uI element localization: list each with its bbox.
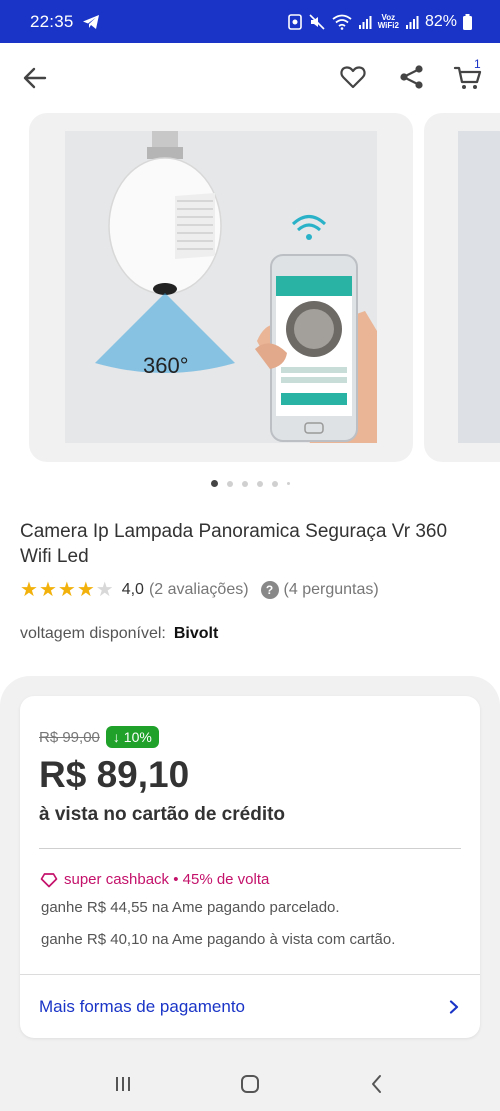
discount-badge: ↓ 10% [105, 726, 159, 748]
system-nav-bar [0, 1056, 500, 1111]
carousel-dot[interactable] [226, 480, 233, 487]
rating-count-link[interactable]: (2 avaliações) [149, 581, 249, 599]
carousel-dots [0, 480, 500, 487]
rating-row[interactable]: ★ ★ ★ ★ ★ 4,0 (2 avaliações) ? (4 perguntas) [20, 580, 379, 600]
old-price: R$ 99,00 [39, 728, 100, 746]
product-title: Camera Ip Lampada Panoramica Seguraça Vr… [20, 521, 448, 567]
voltage-label: voltagem disponível: [20, 625, 166, 642]
price-card: R$ 99,00 ↓ 10% R$ 89,10 à vista no cartã… [20, 696, 480, 1038]
voltage-value: Bivolt [173, 625, 219, 642]
battery-percent: 82% [424, 12, 457, 30]
carousel-dot[interactable] [271, 480, 278, 487]
divider [39, 848, 461, 849]
voltage-info: voltagem disponível: Bivolt [20, 625, 218, 643]
more-payment-options-label: Mais formas de pagamento [39, 996, 245, 1016]
mute-icon [309, 13, 325, 30]
cashback-installments: ganhe R$ 44,55 na Ame pagando parcelado. [41, 899, 340, 916]
back-arrow-icon[interactable] [20, 63, 50, 93]
product-image-illustration: 360° [95, 131, 377, 443]
rating-stars: ★ ★ ★ ★ ★ [20, 580, 114, 600]
wifi-icon [332, 14, 352, 30]
price-section: R$ 99,00 ↓ 10% R$ 89,10 à vista no cartã… [0, 676, 500, 1056]
carousel-dot[interactable] [256, 480, 263, 487]
rating-value: 4,0 [121, 581, 144, 598]
diamond-heart-icon [40, 872, 58, 887]
cart-count-badge: 1 [474, 57, 481, 71]
cashback-row: super cashback • 45% de volta [40, 871, 269, 888]
view-angle-caption: 360° [143, 353, 189, 378]
cashback-cash: ganhe R$ 40,10 na Ame pagando à vista co… [41, 931, 396, 948]
product-image[interactable]: 360° [65, 131, 377, 443]
battery-icon [463, 13, 472, 30]
question-icon: ? [260, 581, 279, 599]
network-label: Voz WiFi2 [377, 12, 399, 30]
old-price-row: R$ 99,00 ↓ 10% [39, 726, 159, 748]
carousel-dot-active[interactable] [210, 480, 218, 487]
status-time: 22:35 [30, 11, 74, 31]
more-payment-options-button[interactable]: Mais formas de pagamento [20, 975, 480, 1038]
current-price: R$ 89,10 [39, 754, 190, 795]
share-icon[interactable] [398, 63, 426, 91]
app-bar: 1 [0, 43, 500, 110]
star-filled-icon: ★ [20, 579, 38, 601]
star-empty-icon: ★ [95, 579, 114, 601]
signal-icon [358, 15, 372, 29]
home-icon[interactable] [239, 1073, 261, 1095]
image-carousel[interactable]: 360° [0, 110, 500, 470]
recent-apps-icon[interactable] [112, 1073, 134, 1095]
star-filled-icon: ★ [57, 579, 76, 601]
carousel-next-slide[interactable] [424, 113, 500, 462]
heart-icon[interactable] [339, 63, 367, 91]
carousel-slide[interactable]: 360° [29, 113, 413, 462]
chevron-right-icon [449, 999, 459, 1014]
sim-icon [287, 13, 302, 30]
cashback-title: super cashback • 45% de volta [64, 871, 270, 888]
star-filled-icon: ★ [76, 579, 95, 601]
price-note: à vista no cartão de crédito [39, 804, 286, 825]
carousel-dot[interactable] [241, 480, 248, 487]
signal-icon-2 [405, 15, 419, 29]
carousel-dot[interactable] [286, 482, 290, 485]
star-filled-icon: ★ [38, 579, 57, 601]
back-icon[interactable] [366, 1073, 388, 1095]
next-product-image [458, 131, 500, 443]
status-bar: 22:35 Voz WiFi2 82% [0, 0, 500, 43]
questions-link[interactable]: (4 perguntas) [284, 581, 379, 599]
telegram-icon [82, 14, 99, 29]
